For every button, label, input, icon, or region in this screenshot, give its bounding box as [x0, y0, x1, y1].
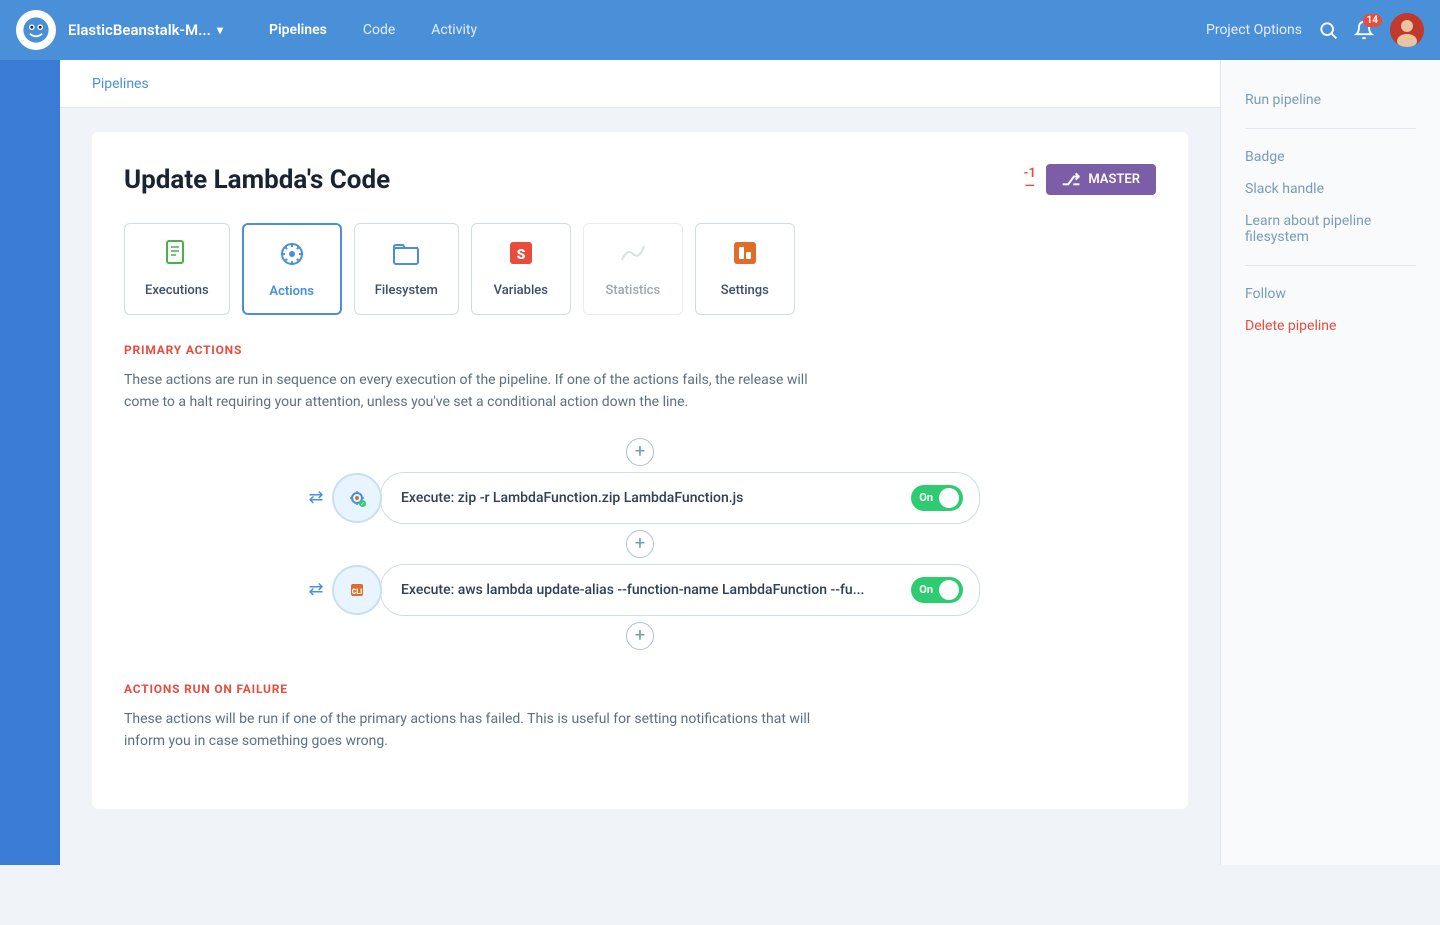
nav-pipelines[interactable]: Pipelines	[255, 16, 341, 44]
tab-settings-label: Settings	[721, 283, 769, 298]
statistics-icon	[618, 238, 648, 275]
tabs-row: Executions	[124, 223, 1156, 315]
failure-actions-desc: These actions will be run if one of the …	[124, 708, 824, 753]
tab-actions-label: Actions	[269, 284, 314, 299]
page-title: Update Lambda's Code	[124, 165, 390, 195]
action-card-2[interactable]: Execute: aws lambda update-alias --funct…	[380, 564, 980, 616]
branch-indicator: -1 —	[1024, 167, 1036, 193]
settings-icon	[730, 238, 760, 275]
sidebar-left	[0, 60, 60, 865]
badge-link[interactable]: Badge	[1245, 145, 1416, 169]
pipeline-header: Update Lambda's Code -1 — ⎇ MASTER	[124, 164, 1156, 195]
drag-handle-1[interactable]: ⇄	[300, 482, 332, 514]
sidebar-divider-2	[1245, 265, 1416, 266]
filesystem-icon	[391, 238, 421, 275]
tab-filesystem-label: Filesystem	[375, 283, 438, 298]
svg-text:✓: ✓	[360, 501, 364, 507]
primary-actions-label: PRIMARY ACTIONS	[124, 343, 1156, 357]
action-text-1: Execute: zip -r LambdaFunction.zip Lambd…	[401, 490, 911, 506]
nav-code[interactable]: Code	[349, 16, 409, 44]
master-label: MASTER	[1088, 172, 1140, 187]
action-card-1[interactable]: Execute: zip -r LambdaFunction.zip Lambd…	[380, 472, 980, 524]
action-toggle-1[interactable]: On	[911, 485, 963, 511]
add-action-top[interactable]: +	[626, 438, 654, 466]
toggle-knob-2	[939, 580, 959, 600]
breadcrumb: Pipelines	[60, 60, 1220, 108]
right-sidebar: Run pipeline Badge Slack handle Learn ab…	[1220, 60, 1440, 865]
failure-actions-label: ACTIONS RUN ON FAILURE	[124, 682, 1156, 696]
app-logo	[16, 10, 56, 50]
master-branch-badge[interactable]: ⎇ MASTER	[1046, 164, 1156, 195]
tab-variables[interactable]: S Variables	[471, 223, 571, 315]
project-options-link[interactable]: Project Options	[1206, 22, 1302, 38]
action-text-2: Execute: aws lambda update-alias --funct…	[401, 582, 911, 598]
pipeline-actions-list: + ⇄	[124, 438, 1156, 650]
action-icon-1: ✓	[332, 473, 382, 523]
tab-variables-label: Variables	[494, 283, 548, 298]
tab-settings[interactable]: Settings	[695, 223, 795, 315]
project-name[interactable]: ElasticBeanstalk-M... ▾	[68, 21, 223, 39]
action-icon-2: CLI	[332, 565, 382, 615]
nav-activity[interactable]: Activity	[417, 16, 491, 44]
action-toggle-2[interactable]: On	[911, 577, 963, 603]
top-nav: ElasticBeanstalk-M... ▾ Pipelines Code A…	[0, 0, 1440, 60]
svg-text:CLI: CLI	[352, 588, 363, 596]
page-body: Update Lambda's Code -1 — ⎇ MASTER	[60, 108, 1220, 865]
notification-badge: 14	[1363, 14, 1382, 27]
add-action-middle[interactable]: +	[626, 530, 654, 558]
variables-icon: S	[506, 238, 536, 275]
notifications-button[interactable]: 14	[1354, 20, 1374, 40]
learn-pipeline-link[interactable]: Learn about pipeline filesystem	[1245, 209, 1416, 249]
drag-handle-2[interactable]: ⇄	[300, 574, 332, 606]
search-button[interactable]	[1318, 20, 1338, 40]
svg-text:S: S	[516, 247, 525, 263]
sidebar-divider-1	[1245, 128, 1416, 129]
nav-links: Pipelines Code Activity	[255, 16, 491, 44]
delete-pipeline-link[interactable]: Delete pipeline	[1245, 314, 1416, 338]
nav-right: Project Options 14	[1206, 13, 1424, 47]
pipeline-card: Update Lambda's Code -1 — ⎇ MASTER	[92, 132, 1188, 809]
user-avatar[interactable]	[1390, 13, 1424, 47]
tab-statistics: Statistics	[583, 223, 683, 315]
follow-link[interactable]: Follow	[1245, 282, 1416, 306]
primary-actions-desc: These actions are run in sequence on eve…	[124, 369, 824, 414]
project-dropdown-icon: ▾	[217, 23, 223, 37]
tab-statistics-label: Statistics	[605, 283, 660, 298]
tab-filesystem[interactable]: Filesystem	[354, 223, 459, 315]
tab-executions[interactable]: Executions	[124, 223, 230, 315]
executions-icon	[162, 238, 192, 275]
action-row-2: ⇄ CLI Execute: aws lambda update-alias -…	[300, 564, 980, 616]
pipeline-header-right: -1 — ⎇ MASTER	[1024, 164, 1156, 195]
tab-actions[interactable]: Actions	[242, 223, 342, 315]
main-content: Pipelines Update Lambda's Code -1 — ⎇ MA…	[60, 60, 1220, 865]
project-name-label: ElasticBeanstalk-M...	[68, 21, 211, 39]
toggle-knob-1	[939, 488, 959, 508]
breadcrumb-pipelines[interactable]: Pipelines	[92, 76, 149, 92]
action-row-1: ⇄	[300, 472, 980, 524]
main-layout: Pipelines Update Lambda's Code -1 — ⎇ MA…	[0, 60, 1440, 865]
add-action-bottom[interactable]: +	[626, 622, 654, 650]
run-pipeline-link[interactable]: Run pipeline	[1245, 88, 1416, 112]
toggle-label-1: On	[919, 491, 933, 504]
actions-icon	[277, 239, 307, 276]
slack-handle-link[interactable]: Slack handle	[1245, 177, 1416, 201]
branch-icon: ⎇	[1062, 170, 1080, 189]
toggle-label-2: On	[919, 583, 933, 596]
tab-executions-label: Executions	[145, 283, 209, 298]
